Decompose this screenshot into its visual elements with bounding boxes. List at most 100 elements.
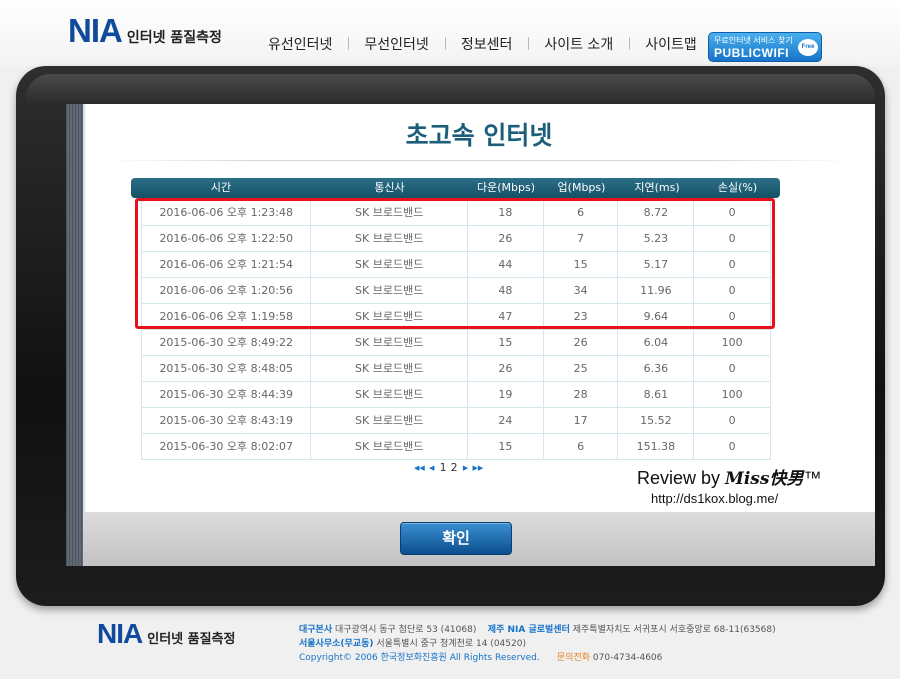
cell-download: 24: [468, 408, 544, 433]
footer-contact-label: 문의전화: [556, 653, 591, 663]
col-time: 시간: [210, 181, 232, 194]
cell-download: 18: [468, 200, 544, 225]
col-latency: 지연(ms): [634, 181, 680, 194]
cell-carrier: SK 브로드밴드: [311, 382, 468, 407]
footer-hq-label: 대구본사: [299, 625, 333, 635]
footer-copyright: Copyright© 2006 한국정보화진흥원 All Rights Rese…: [299, 653, 540, 663]
first-page-icon[interactable]: ◀◀: [413, 464, 426, 472]
cell-latency: 9.64: [618, 304, 695, 329]
watermark-url: http://ds1kox.blog.me/: [651, 491, 779, 506]
cell-time: 2016-06-06 오후 1:23:48: [142, 200, 312, 225]
cell-upload: 26: [544, 330, 619, 355]
cell-loss: 0: [728, 310, 736, 323]
cell-upload: 34: [544, 278, 619, 303]
public-wifi-banner[interactable]: 무료인터넷 서비스 찾기 PUBLICWIFI Free: [708, 32, 822, 62]
footer-logo-mark: NIA: [97, 618, 143, 649]
cell-carrier: SK 브로드밴드: [311, 330, 468, 355]
next-page-icon[interactable]: ▶: [460, 464, 472, 472]
cell-download: 26: [468, 356, 544, 381]
col-loss: 손실(%): [717, 181, 758, 194]
nav-sitemap[interactable]: 사이트맵: [629, 34, 713, 54]
footer-logo-subtitle: 인터넷 품질측정: [147, 632, 236, 647]
top-bar: NIA 인터넷 품질측정 유선인터넷 무선인터넷 정보센터 사이트 소개 사이트…: [0, 0, 900, 66]
cell-time: 2015-06-30 오후 8:48:05: [142, 356, 312, 381]
cell-upload: 6: [544, 434, 619, 459]
cell-time: 2016-06-06 오후 1:21:54: [142, 252, 312, 277]
cell-download: 26: [468, 226, 544, 251]
screen-side-panel: [66, 104, 86, 566]
table-row: 2016-06-06 오후 1:22:50 SK 브로드밴드 26 7 5.23 0: [142, 226, 770, 252]
page-link-2[interactable]: 2: [449, 461, 460, 474]
results-table-header: 시간 통신사 다운(Mbps) 업(Mbps) 지연(ms) 손실(%): [131, 178, 780, 198]
nav-wireless-internet[interactable]: 무선인터넷: [348, 34, 444, 54]
footer-seoul-address: 서울특별시 중구 청계천로 14 (04520): [373, 639, 526, 649]
cell-upload: 6: [544, 200, 619, 225]
table-row: 2015-06-30 오후 8:49:22 SK 브로드밴드 15 26 6.04 100: [142, 330, 770, 356]
footer-contact-number: 070-4734-4606: [590, 653, 663, 663]
cell-latency: 151.38: [618, 434, 695, 459]
cell-upload: 7: [544, 226, 619, 251]
cell-upload: 28: [544, 382, 619, 407]
cell-carrier: SK 브로드밴드: [311, 356, 468, 381]
cell-carrier: SK 브로드밴드: [311, 304, 468, 329]
tablet-screen: 초고속 인터넷 시간 통신사 다운(Mbps) 업(Mbps) 지연(ms) 손…: [66, 104, 875, 566]
footer-jeju-label: 제주 NIA 글로벌센터: [487, 625, 570, 635]
last-page-icon[interactable]: ▶▶: [471, 464, 484, 472]
cell-time: 2015-06-30 오후 8:49:22: [142, 330, 312, 355]
page-title: 초고속 인터넷: [405, 121, 553, 150]
prev-page-icon[interactable]: ◀: [426, 464, 438, 472]
cell-latency: 5.17: [618, 252, 695, 277]
review-watermark: Review by Miss快男™ http://ds1kox.blog.me/: [637, 464, 821, 506]
cell-latency: 8.72: [618, 200, 695, 225]
footer-seoul-label: 서울사무소(무교동): [299, 639, 374, 649]
cell-latency: 15.52: [618, 408, 695, 433]
results-table-body: 2016-06-06 오후 1:23:48 SK 브로드밴드 18 6 8.72 0 201…: [141, 200, 771, 460]
table-row: 2015-06-30 오후 8:43:19 SK 브로드밴드 24 17 15.52 0: [142, 408, 770, 434]
table-row: 2016-06-06 오후 1:19:58 SK 브로드밴드 47 23 9.64 0: [142, 304, 770, 330]
nia-logo[interactable]: NIA 인터넷 품질측정: [68, 12, 222, 50]
cell-time: 2016-06-06 오후 1:22:50: [142, 226, 312, 251]
cell-upload: 25: [544, 356, 619, 381]
cell-carrier: SK 브로드밴드: [311, 252, 468, 277]
cell-time: 2015-06-30 오후 8:44:39: [142, 382, 312, 407]
cell-download: 47: [468, 304, 544, 329]
watermark-signature: Miss快男: [725, 469, 804, 489]
wifi-free-icon: Free: [798, 39, 818, 56]
confirm-button[interactable]: 확인: [400, 522, 512, 555]
cell-download: 48: [468, 278, 544, 303]
logo-subtitle: 인터넷 품질측정: [126, 30, 222, 46]
nav-info-center[interactable]: 정보센터: [444, 34, 529, 54]
cell-loss: 0: [728, 284, 736, 297]
table-row: 2016-06-06 오후 1:20:56 SK 브로드밴드 48 34 11.96 0: [142, 278, 770, 304]
cell-latency: 6.04: [618, 330, 695, 355]
cell-download: 15: [468, 434, 544, 459]
cell-loss: 0: [728, 206, 736, 219]
cell-latency: 11.96: [618, 278, 695, 303]
cell-carrier: SK 브로드밴드: [311, 278, 468, 303]
nav-site-intro[interactable]: 사이트 소개: [528, 34, 629, 54]
cell-time: 2016-06-06 오후 1:19:58: [142, 304, 312, 329]
cell-latency: 8.61: [618, 382, 695, 407]
cell-carrier: SK 브로드밴드: [311, 408, 468, 433]
footer-nia-logo[interactable]: NIA 인터넷 품질측정: [97, 618, 235, 650]
watermark-prefix: Review by: [637, 468, 726, 488]
logo-mark: NIA: [68, 12, 123, 49]
page-link-1[interactable]: 1: [438, 461, 449, 474]
cell-loss: 100: [721, 336, 743, 349]
table-row: 2015-06-30 오후 8:48:05 SK 브로드밴드 26 25 6.36 0: [142, 356, 770, 382]
footer-info: 대구본사 대구광역시 동구 첨단로 53 (41068) 제주 NIA 글로벌센…: [299, 623, 776, 665]
main-nav: 유선인터넷 무선인터넷 정보센터 사이트 소개 사이트맵: [252, 34, 713, 54]
cell-time: 2016-06-06 오후 1:20:56: [142, 278, 312, 303]
cell-carrier: SK 브로드밴드: [311, 200, 468, 225]
col-upload: 업(Mbps): [557, 181, 606, 194]
cell-upload: 23: [544, 304, 619, 329]
cell-download: 19: [468, 382, 544, 407]
cell-loss: 0: [728, 440, 736, 453]
cell-loss: 0: [728, 232, 736, 245]
nav-wired-internet[interactable]: 유선인터넷: [252, 34, 348, 54]
table-row: 2016-06-06 오후 1:21:54 SK 브로드밴드 44 15 5.17 0: [142, 252, 770, 278]
cell-loss: 0: [728, 258, 736, 271]
cell-loss: 0: [728, 414, 736, 427]
cell-download: 44: [468, 252, 544, 277]
cell-time: 2015-06-30 오후 8:02:07: [142, 434, 312, 459]
